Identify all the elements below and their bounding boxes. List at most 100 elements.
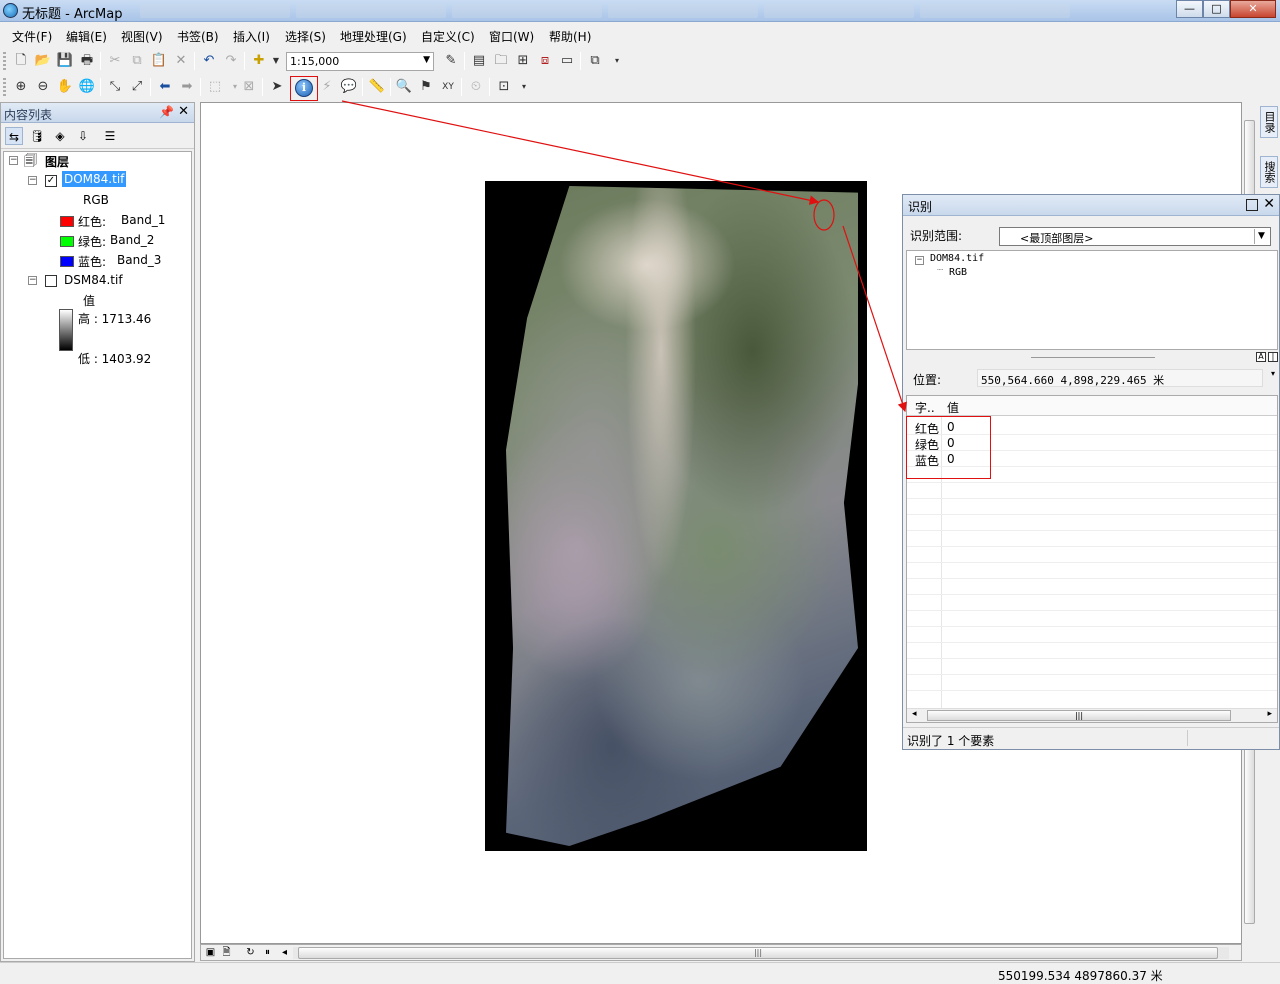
dom84-layer-name[interactable]: DOM84.tif [62, 171, 127, 187]
fixed-zoom-out-icon[interactable]: ⤢ [128, 78, 146, 96]
menu-selection[interactable]: 选择(S) [285, 28, 326, 45]
panel-splitter[interactable] [1031, 357, 1155, 358]
value-column-header[interactable]: 值 [947, 399, 959, 416]
open-icon[interactable]: 📂 [34, 52, 52, 70]
scroll-right-icon[interactable]: ▸ [1267, 709, 1272, 719]
redo-icon[interactable]: ↷ [222, 52, 240, 70]
toolbar-grip[interactable] [3, 52, 6, 70]
close-icon[interactable]: ✕ [1263, 196, 1275, 212]
add-data-dropdown-icon[interactable]: ▼ [267, 52, 285, 70]
zoom-out-icon[interactable]: ⊖ [34, 78, 52, 96]
location-menu-icon[interactable]: ▾ [1271, 369, 1275, 378]
menu-view[interactable]: 视图(V) [121, 28, 163, 45]
refresh-icon[interactable]: ↻ [244, 947, 257, 959]
menu-geoprocessing[interactable]: 地理处理(G) [340, 28, 407, 45]
field-column-header[interactable]: 字.. [915, 399, 935, 416]
result-feature-node[interactable]: RGB [949, 267, 967, 278]
clear-selection-icon[interactable]: ⊠ [240, 78, 258, 96]
select-features-icon[interactable]: ⬚ [206, 78, 224, 96]
dsm84-visibility-checkbox[interactable] [45, 275, 57, 287]
collapse-layers-icon[interactable]: − [9, 156, 18, 165]
identify-from-select[interactable]: <最顶部图层> ▼ [999, 227, 1271, 246]
grid-scroll-thumb[interactable]: ||| [927, 710, 1231, 721]
map-horizontal-scrollbar[interactable]: ||| [293, 947, 1229, 959]
collapse-result-icon[interactable]: − [915, 256, 924, 265]
identify-icon[interactable]: i [295, 79, 313, 97]
add-data-icon[interactable]: ✚ [250, 52, 268, 70]
list-by-visibility-icon[interactable]: ◈ [51, 127, 69, 145]
menu-insert[interactable]: 插入(I) [233, 28, 270, 45]
select-elements-icon[interactable]: ➤ [268, 78, 286, 96]
paste-icon[interactable]: 📋 [150, 52, 168, 70]
scroll-left-icon[interactable]: ◂ [912, 709, 917, 719]
map-scale-combobox[interactable]: 1:15,000 ▼ [286, 52, 434, 71]
python-window-icon[interactable]: ▭ [558, 52, 576, 70]
layout-view-icon[interactable]: 🗎 [220, 947, 233, 959]
chevron-down-icon[interactable]: ▼ [423, 55, 430, 65]
menu-customize[interactable]: 自定义(C) [421, 28, 475, 45]
measure-icon[interactable]: 📏 [368, 78, 386, 96]
search-dock-tab[interactable]: 搜索 [1260, 156, 1278, 188]
menu-edit[interactable]: 编辑(E) [66, 28, 107, 45]
field-options-icon[interactable]: | [1268, 352, 1278, 362]
full-extent-icon[interactable]: 🌐 [78, 78, 96, 96]
pan-icon[interactable]: ✋ [56, 78, 74, 96]
maximize-button[interactable]: □ [1203, 0, 1230, 18]
forward-extent-icon[interactable]: ➡ [178, 78, 196, 96]
maximize-icon[interactable] [1246, 199, 1258, 211]
find-icon[interactable]: 🔍 [395, 78, 413, 96]
toolbar-options-icon[interactable]: ▾ [608, 52, 626, 70]
search-window-icon[interactable]: ⊞ [514, 52, 532, 70]
modelbuilder-icon[interactable]: ⧉ [586, 52, 604, 70]
catalog-dock-tab[interactable]: 目录 [1260, 106, 1278, 138]
menu-help[interactable]: 帮助(H) [549, 28, 591, 45]
collapse-dsm84-icon[interactable]: − [28, 276, 37, 285]
red-band-swatch[interactable] [60, 216, 74, 227]
close-icon[interactable]: ✕ [178, 104, 189, 119]
sort-az-icon[interactable]: A [1256, 352, 1266, 362]
menu-windows[interactable]: 窗口(W) [489, 28, 534, 45]
undo-icon[interactable]: ↶ [200, 52, 218, 70]
pin-icon[interactable]: 📌 [159, 105, 174, 119]
toc-options-icon[interactable]: ☰ [101, 127, 119, 145]
go-to-xy-icon[interactable]: XY [439, 78, 457, 96]
pause-drawing-icon[interactable]: ⏸ [261, 947, 274, 959]
cut-icon[interactable]: ✂ [106, 52, 124, 70]
delete-icon[interactable]: ✕ [172, 52, 190, 70]
list-by-drawing-order-icon[interactable]: ⇆ [5, 127, 23, 145]
collapse-dom84-icon[interactable]: − [28, 176, 37, 185]
toolbar-grip[interactable] [3, 78, 6, 96]
copy-icon[interactable]: ⧉ [128, 52, 146, 70]
dsm84-layer-name[interactable]: DSM84.tif [64, 273, 123, 287]
blue-band-swatch[interactable] [60, 256, 74, 267]
table-of-contents-icon[interactable]: ▤ [470, 52, 488, 70]
html-popup-icon[interactable]: ⚡ [318, 78, 336, 96]
close-button[interactable]: ✕ [1230, 0, 1276, 18]
catalog-window-icon[interactable]: 🗀 [492, 52, 510, 70]
data-view-icon[interactable]: ▣ [204, 947, 217, 959]
grid-horizontal-scrollbar[interactable]: ◂ ||| ▸ [907, 708, 1277, 722]
zoom-in-icon[interactable]: ⊕ [12, 78, 30, 96]
toolbar-options-icon[interactable]: ▾ [515, 78, 533, 96]
create-viewer-window-icon[interactable]: ⊡ [495, 78, 513, 96]
back-extent-icon[interactable]: ⬅ [156, 78, 174, 96]
fixed-zoom-in-icon[interactable]: ⤡ [106, 78, 124, 96]
scroll-left-icon[interactable]: ◂ [278, 947, 291, 959]
editor-toolbar-icon[interactable]: ✎ [442, 52, 460, 70]
find-route-icon[interactable]: ⚑ [417, 78, 435, 96]
dsm84-color-ramp[interactable] [59, 309, 73, 351]
result-layer-node[interactable]: DOM84.tif [930, 253, 984, 264]
hyperlink-icon[interactable]: 💬 [340, 78, 358, 96]
layers-frame-label[interactable]: 图层 [45, 153, 69, 170]
minimize-button[interactable]: — [1176, 0, 1203, 18]
print-icon[interactable]: 🖶 [78, 52, 96, 70]
list-by-selection-icon[interactable]: ⇩ [74, 127, 92, 145]
map-horizontal-scroll-thumb[interactable]: ||| [298, 947, 1218, 959]
menu-bookmarks[interactable]: 书签(B) [177, 28, 219, 45]
chevron-down-icon[interactable]: ▼ [1254, 229, 1268, 244]
arctoolbox-icon[interactable]: ⧈ [536, 52, 554, 70]
dom84-visibility-checkbox[interactable]: ✓ [45, 175, 57, 187]
list-by-source-icon[interactable]: 🛢 [28, 127, 46, 145]
time-slider-icon[interactable]: ⏲ [467, 78, 485, 96]
new-document-icon[interactable]: 🗋 [12, 52, 30, 70]
